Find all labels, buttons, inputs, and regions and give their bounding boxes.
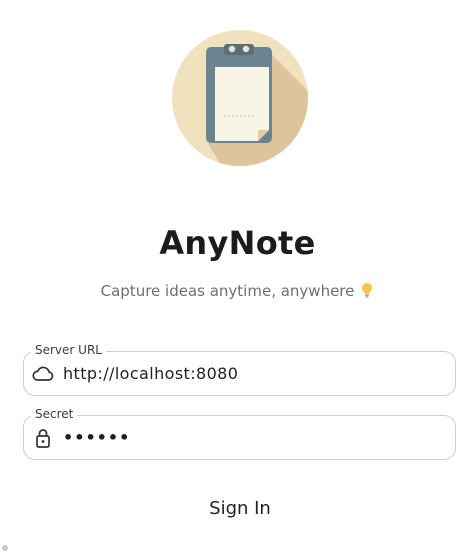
cloud-icon xyxy=(31,363,55,385)
tagline: Capture ideas anytime, anywhere xyxy=(0,282,475,302)
server-url-input[interactable]: http://localhost:8080 xyxy=(63,364,238,383)
lock-icon xyxy=(31,427,55,449)
secret-field[interactable]: Secret •••••• xyxy=(23,407,456,460)
login-page: AnyNote Capture ideas anytime, anywhere … xyxy=(0,0,475,552)
corner-indicator xyxy=(2,545,8,551)
app-title: AnyNote xyxy=(159,224,316,262)
app-logo xyxy=(172,30,308,166)
secret-input[interactable]: •••••• xyxy=(63,428,130,447)
server-url-field[interactable]: Server URL http://localhost:8080 xyxy=(23,343,456,396)
secret-label: Secret xyxy=(31,407,78,421)
server-url-label: Server URL xyxy=(31,343,106,357)
tagline-text: Capture ideas anytime, anywhere xyxy=(100,282,355,300)
sign-in-button[interactable]: Sign In xyxy=(180,490,300,526)
lightbulb-icon xyxy=(360,282,374,302)
